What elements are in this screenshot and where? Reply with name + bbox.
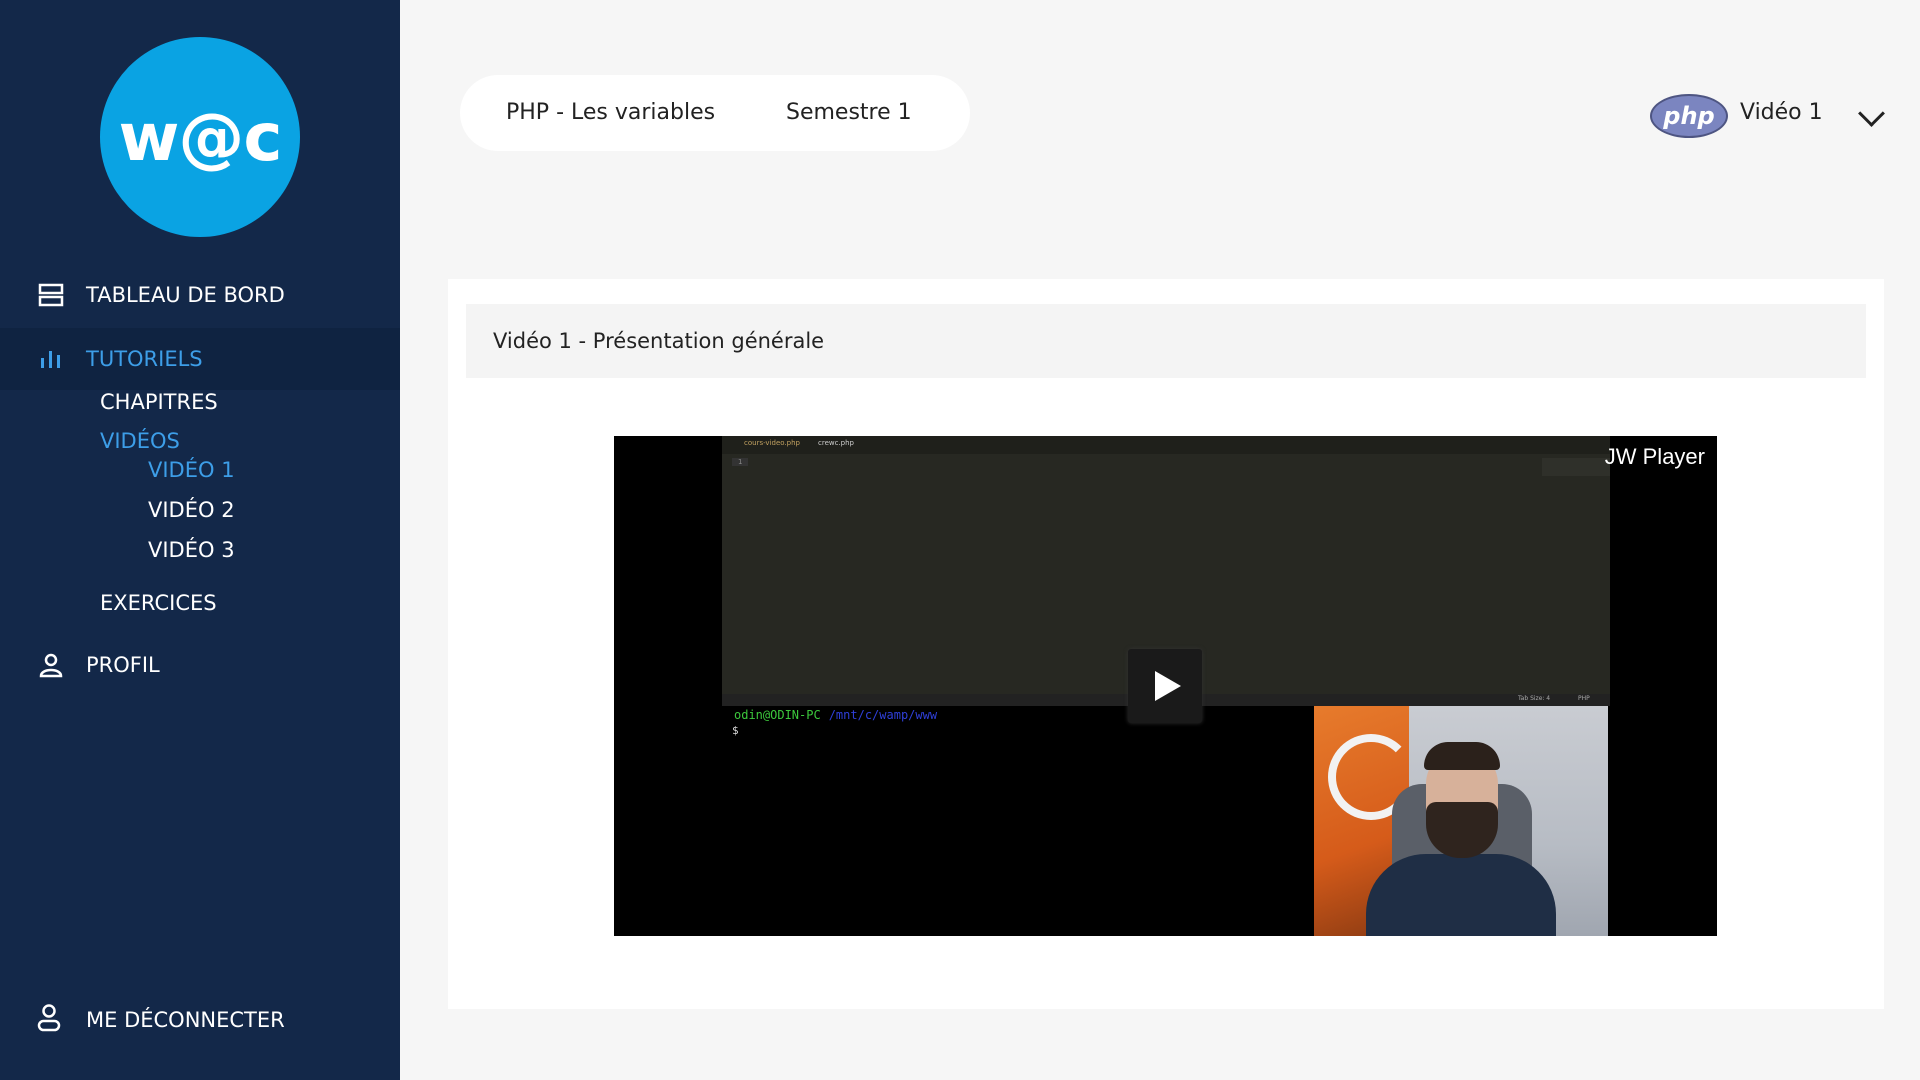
video-player[interactable]: cours-video.php crewc.php 1 Tab Size: 4 …: [614, 436, 1717, 936]
video-title: Vidéo 1 - Présentation générale: [493, 329, 825, 353]
presenter-hair: [1424, 742, 1500, 770]
dashboard-icon: [36, 280, 66, 310]
terminal-prompt: $: [732, 724, 739, 737]
sidebar-item-video-3[interactable]: VIDÉO 3: [148, 538, 235, 562]
logout-button[interactable]: ME DÉCONNECTER: [0, 990, 400, 1050]
logo-text: w@c: [118, 98, 282, 176]
php-logo-icon: php: [1650, 94, 1728, 138]
course-breadcrumb: PHP - Les variables Semestre 1: [460, 75, 970, 151]
user-icon: [36, 650, 66, 680]
video-select-value[interactable]: Vidéo 1: [1740, 100, 1823, 125]
editor-tab: crewc.php: [818, 439, 855, 447]
semester-label: Semestre 1: [786, 100, 912, 125]
sidebar-item-dashboard[interactable]: TABLEAU DE BORD: [0, 264, 400, 326]
status-language: PHP: [1578, 695, 1590, 702]
editor-tabs: cours-video.php crewc.php: [722, 436, 1610, 454]
bar-chart-icon: [36, 344, 66, 374]
editor-tab: cours-video.php: [744, 439, 800, 447]
wac-logo[interactable]: w@c: [100, 37, 300, 237]
terminal-user: odin@ODIN-PC: [734, 708, 821, 722]
sidebar-item-label: TABLEAU DE BORD: [86, 283, 285, 307]
jw-player-logo: JW Player: [1604, 444, 1705, 469]
sidebar-item-tutorials[interactable]: TUTORIELS: [0, 328, 400, 390]
terminal-line: odin@ODIN-PC/mnt/c/wamp/www: [734, 708, 937, 722]
webcam-overlay: [1314, 706, 1608, 936]
sidebar-item-video-1[interactable]: VIDÉO 1: [148, 458, 235, 482]
video-card-header: Vidéo 1 - Présentation générale: [466, 304, 1866, 378]
logout-icon: [36, 1003, 62, 1038]
presenter-body: [1366, 854, 1556, 936]
sidebar-item-chapters[interactable]: CHAPITRES: [100, 390, 218, 414]
terminal-path: /mnt/c/wamp/www: [828, 708, 938, 722]
sidebar-item-video-2[interactable]: VIDÉO 2: [148, 498, 235, 522]
chevron-down-icon[interactable]: [1858, 100, 1885, 127]
sidebar-item-profile[interactable]: PROFIL: [0, 634, 400, 696]
course-title: PHP - Les variables: [506, 100, 716, 125]
status-tab-size: Tab Size: 4: [1518, 695, 1551, 702]
editor-minimap: [1542, 458, 1610, 476]
sidebar-item-label: PROFIL: [86, 653, 160, 677]
sidebar-item-exercises[interactable]: EXERCICES: [100, 591, 217, 615]
sidebar-item-videos[interactable]: VIDÉOS: [100, 429, 180, 453]
logout-label: ME DÉCONNECTER: [86, 1008, 285, 1032]
sidebar: w@c TABLEAU DE BORD TUTORIELS CHAPITRES …: [0, 0, 400, 1080]
line-number: 1: [732, 458, 749, 466]
sidebar-item-label: TUTORIELS: [86, 347, 203, 371]
play-button[interactable]: [1128, 649, 1202, 723]
